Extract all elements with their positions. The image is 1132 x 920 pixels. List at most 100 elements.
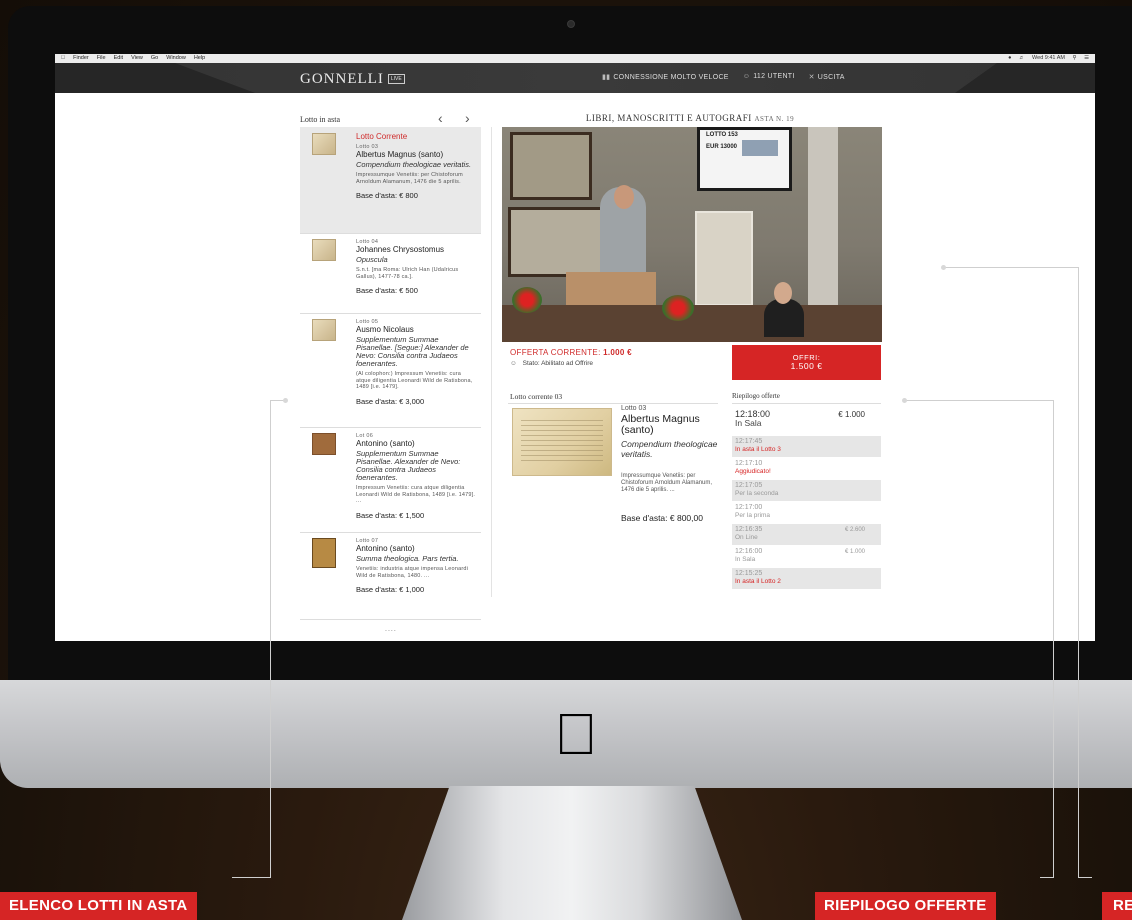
menu-help[interactable]: Help [194, 54, 205, 63]
lots-more-indicator[interactable]: .... [385, 626, 397, 633]
offer-note: In asta il Lotto 2 [735, 577, 781, 585]
callout-leader-line [1078, 877, 1092, 878]
signal-icon: ▮▮ [602, 74, 611, 81]
auction-name: LIBRI, MANOSCRITTI E AUTOGRAFI [585, 113, 752, 123]
callout-offers-summary: RIEPILOGO OFFERTE [815, 892, 996, 920]
offer-amount: € 1.000 [838, 410, 865, 419]
live-badge: LIVE [387, 74, 405, 84]
close-icon: ✕ [808, 74, 815, 81]
chevron-right-icon[interactable]: › [465, 110, 470, 126]
menu-go[interactable]: Go [151, 54, 158, 63]
callout-leader-line [1040, 877, 1054, 878]
offers-heading: Riepilogo offerte [732, 392, 780, 400]
bid-state: ☺ Stato: Abilitato ad Offrire [510, 360, 593, 367]
connection-label: CONNESSIONE MOLTO VELOCE [613, 74, 729, 81]
video-wall-frame [510, 132, 592, 200]
video-assistant-head [774, 282, 792, 304]
offer-button[interactable]: OFFRI: 1.500 € [732, 345, 881, 380]
lot-description: Impressum Venetiis: cura atque diligenti… [356, 485, 476, 504]
apple-menu-icon[interactable]:  [61, 54, 65, 63]
lot-current-flag: Lotto Corrente [356, 132, 408, 141]
chevron-left-icon[interactable]: ‹ [438, 110, 443, 126]
divider [508, 403, 718, 404]
list-icon[interactable]: ☰ [1084, 55, 1089, 61]
offer-note: Per la seconda [735, 489, 779, 497]
callout-leader-line [905, 400, 1054, 401]
current-lot-image[interactable] [512, 408, 612, 476]
offer-amount: € 2.600 [844, 527, 865, 533]
lot-base-price: Base d'asta: € 3,000 [356, 396, 425, 406]
menubar-clock[interactable]: Wed 9:41 AM [1032, 55, 1065, 61]
callout-leader-line [1053, 400, 1054, 878]
callout-dot [902, 398, 907, 403]
header-status: ▮▮ CONNESSIONE MOLTO VELOCE ☺ 112 UTENTI ✕… [602, 73, 845, 81]
auction-title: LIBRI, MANOSCRITTI E AUTOGRAFI ASTA N. 1… [500, 113, 880, 123]
exit-button[interactable]: ✕ USCITA [809, 73, 845, 81]
callout-leader-line [944, 267, 1079, 268]
wifi-icon[interactable]: ● [1008, 55, 1011, 61]
apple-logo-icon:  [548, 705, 604, 765]
callout-dot [941, 265, 946, 270]
menu-file[interactable]: File [97, 54, 106, 63]
live-video-stream[interactable]: LOTTO 153 EUR 13000 [502, 127, 882, 342]
bid-state-label: Stato: Abilitato ad Offrire [522, 360, 593, 367]
callout-lot-list: ELENCO LOTTI IN ASTA [0, 892, 197, 920]
menu-edit[interactable]: Edit [114, 54, 123, 63]
volume-icon[interactable]: ♬ [1019, 55, 1025, 61]
lot-description: Impressumque Venetiis: per Chistoforum A… [356, 172, 463, 185]
current-lot-title: Compendium theologicae veritatis. [621, 439, 718, 459]
current-offer-value: 1.000 € [603, 348, 632, 357]
video-wall-frame [508, 207, 604, 277]
lot-author: Johannes Chrysostomus [356, 245, 445, 254]
current-lot-heading: Lotto corrente 03 [510, 392, 563, 401]
brand-name: GONNELLI [300, 71, 384, 87]
current-lot-number: Lotto 03 [621, 405, 647, 412]
video-tv-screen: LOTTO 153 EUR 13000 [700, 130, 789, 188]
lots-heading: Lotto in asta [300, 115, 340, 124]
offer-row: 12:16:00 In Sala € 1.000 [732, 546, 881, 568]
offer-row: 12:17:00 Per la prima [732, 502, 881, 524]
lot-title: Supplementum Summae Pisanellae. [Segue:]… [356, 335, 469, 368]
lot-description: (Al colophon:) Impressum Venetiis: cura … [356, 371, 473, 390]
lot-thumbnail [312, 133, 336, 155]
menu-window[interactable]: Window [166, 54, 186, 63]
lot-author: Antonino (santo) [356, 544, 415, 553]
brand-logo[interactable]: GONNELLI LIVE [300, 71, 405, 88]
lot-item[interactable]: Lot 06 Antonino (santo) Supplementum Sum… [300, 428, 481, 533]
offer-row: 12:16:35 On Line € 2.600 [732, 524, 881, 546]
offer-button-amount: 1.500 € [790, 361, 823, 371]
lot-item[interactable]: Lotto Corrente Lotto 03 Albertus Magnus … [300, 127, 481, 234]
lot-thumbnail [312, 538, 336, 568]
camera [567, 20, 575, 28]
mac-menubar:  Finder File Edit View Go Window Help ●… [55, 54, 1095, 63]
offer-note: Aggiudicato! [735, 467, 771, 475]
lot-list: Lotto Corrente Lotto 03 Albertus Magnus … [300, 127, 481, 620]
offer-time: 12:17:05 [735, 482, 763, 489]
current-offer: OFFERTA CORRENTE: 1.000 € [510, 348, 632, 357]
lot-description: S.n.t. [ma Roma: Ulrich Han (Udalricus G… [356, 267, 459, 280]
offer-row: 12:17:05 Per la seconda [732, 480, 881, 502]
callout-dot [283, 398, 288, 403]
lot-base-price: Base d'asta: € 800 [356, 191, 418, 200]
current-lot-author: Albertus Magnus (santo) [621, 413, 700, 436]
menu-finder[interactable]: Finder [73, 54, 89, 63]
lot-base-price: Base d'asta: € 1,000 [356, 585, 425, 594]
search-icon[interactable]: ⚲ [1073, 55, 1077, 61]
lot-base-price: Base d'asta: € 1,500 [356, 510, 425, 520]
offer-note: Per la prima [735, 511, 771, 519]
lot-base-price: Base d'asta: € 500 [356, 286, 418, 295]
lot-item[interactable]: Lotto 07 Antonino (santo) Summa theologi… [300, 533, 481, 620]
menubar-status: ● ♬ Wed 9:41 AM ⚲ ☰ [1002, 54, 1089, 63]
auction-number: ASTA N. 19 [754, 115, 795, 123]
lot-title: Supplementum Summae Pisanellae. Alexande… [356, 449, 461, 482]
offer-row: 12:15:25 In asta il Lotto 2 [732, 568, 881, 590]
lot-item[interactable]: Lotto 05 Ausmo Nicolaus Supplementum Sum… [300, 314, 481, 428]
lot-author: Albertus Magnus (santo) [356, 150, 444, 159]
offer-time: 12:17:00 [735, 504, 763, 511]
callout-leader-line [270, 400, 271, 878]
lot-item[interactable]: Lotto 04 Johannes Chrysostomus Opuscula … [300, 234, 481, 314]
menu-view[interactable]: View [131, 54, 143, 63]
site-header: GONNELLI LIVE ▮▮ CONNESSIONE MOLTO VELOCE … [55, 63, 1095, 93]
callout-video: RE [1102, 892, 1132, 920]
video-auctioneer-head [614, 185, 634, 209]
